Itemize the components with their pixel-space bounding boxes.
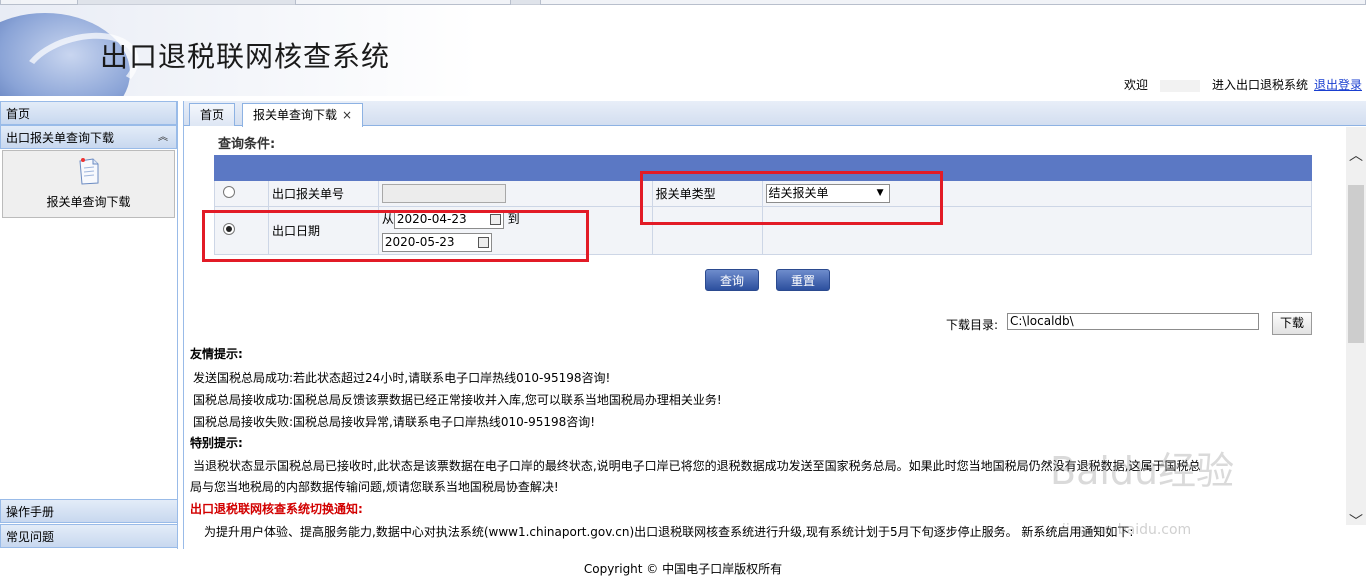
sidebar-item-faq[interactable]: 常见问题 (0, 524, 178, 548)
download-dir-label: 下载目录: (946, 318, 999, 332)
sidebar: 首页 出口报关单查询下载 ︽ 报关单查询下载 操作手册 常见问题 (0, 101, 178, 549)
collapse-chevron-icon[interactable]: ︽ (158, 126, 168, 150)
tip-line: 发送国税总局成功:若此状态超过24小时,请联系电子口岸热线010-95198咨询… (193, 371, 611, 385)
sidebar-item-manual[interactable]: 操作手册 (0, 499, 178, 523)
enter-system-text: 进入出口退税系统 (1211, 78, 1308, 92)
special-line: 局与您当地税局的内部数据传输问题,烦请您联系当地国税局协查解决! (190, 480, 559, 494)
footer-copyright: Copyright © 中国电子口岸版权所有 (583, 562, 783, 576)
highlight-type-box (640, 171, 943, 225)
content-scrollbar[interactable]: ︿ ﹀ (1346, 127, 1366, 530)
logout-link[interactable]: 退出登录 (1314, 78, 1362, 92)
switch-notice-title: 出口退税联网核查系统切换通知: (190, 502, 363, 516)
switch-notice-line: 为提升用户体验、提高服务能力,数据中心对执法系统(www1.chinaport.… (204, 525, 1134, 539)
tab-label: 报关单查询下载 (253, 108, 338, 122)
sidebar-section-label: 出口报关单查询下载 (6, 131, 115, 145)
page-title: 出口退税联网核查系统 (100, 40, 391, 73)
download-dir-input[interactable]: C:\localdb\ (1007, 313, 1259, 330)
declaration-number-radio[interactable] (223, 186, 235, 198)
declaration-number-label: 出口报关单号 (267, 180, 379, 207)
query-title: 查询条件: (218, 137, 276, 152)
search-button[interactable]: 查询 (705, 269, 759, 291)
tab-declaration-query[interactable]: 报关单查询下载 × (242, 103, 364, 127)
app-header: 出口退税联网核查系统 欢迎 进入出口退税系统 退出登录 (0, 5, 1366, 96)
user-bar: 欢迎 进入出口退税系统 退出登录 (1124, 76, 1362, 93)
sidebar-item-label: 报关单查询下载 (46, 195, 131, 209)
special-title: 特别提示: (190, 436, 243, 450)
scroll-up-icon[interactable]: ︿ (1349, 145, 1363, 165)
document-icon (79, 158, 99, 185)
scroll-thumb[interactable] (1348, 185, 1364, 343)
sidebar-section-export-declaration[interactable]: 出口报关单查询下载 ︽ (0, 125, 177, 149)
tip-line: 国税总局接收失败:国税总局接收异常,请联系电子口岸热线010-95198咨询! (193, 415, 596, 429)
tips-title: 友情提示: (190, 347, 243, 361)
baidu-watermark-url: jingyan.baidu.com (1062, 522, 1192, 538)
welcome-text: 欢迎 (1123, 78, 1148, 92)
declaration-number-input[interactable] (381, 184, 506, 203)
tab-label: 首页 (200, 108, 225, 122)
tab-home[interactable]: 首页 (189, 103, 236, 126)
download-button[interactable]: 下载 (1272, 312, 1312, 335)
tab-bar: 首页 报关单查询下载 × (184, 101, 1366, 127)
baidu-watermark: Baidu经验 (1050, 449, 1235, 493)
reset-button[interactable]: 重置 (776, 269, 830, 291)
username-redacted (1159, 79, 1200, 92)
scroll-down-icon[interactable]: ﹀ (1349, 511, 1363, 531)
sidebar-item-home[interactable]: 首页 (0, 101, 177, 125)
close-icon[interactable]: × (342, 108, 352, 122)
sidebar-item-declaration-query[interactable]: 报关单查询下载 (2, 150, 175, 218)
tip-line: 国税总局接收成功:国税总局反馈该票数据已经正常接收并入库,您可以联系当地国税局办… (193, 393, 722, 407)
highlight-date-box (202, 210, 589, 262)
